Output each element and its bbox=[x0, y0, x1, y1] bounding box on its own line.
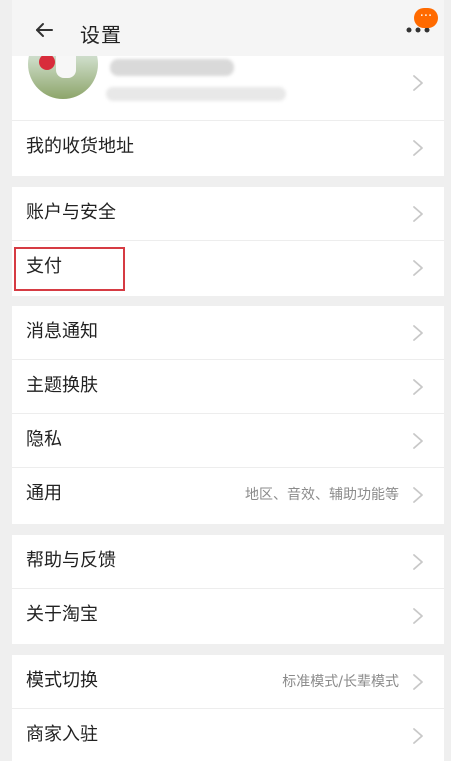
settings-row-about-taobao[interactable]: 关于淘宝 bbox=[12, 589, 444, 643]
settings-detail-general: 地区、音效、辅助功能等 bbox=[245, 487, 399, 503]
chevron-right-icon bbox=[413, 379, 423, 395]
blurred-user-name bbox=[110, 59, 234, 76]
chevron-right-icon bbox=[413, 608, 423, 624]
chevron-right-icon bbox=[413, 260, 423, 276]
settings-row-privacy[interactable]: 隐私 bbox=[12, 414, 444, 468]
chevron-right-icon bbox=[413, 75, 423, 91]
settings-label-privacy: 隐私 bbox=[26, 429, 62, 450]
settings-row-account-security[interactable]: 账户与安全 bbox=[12, 187, 444, 241]
settings-row-notifications[interactable]: 消息通知 bbox=[12, 306, 444, 360]
chevron-right-icon bbox=[413, 433, 423, 449]
help-card: 帮助与反馈 关于淘宝 bbox=[12, 535, 444, 644]
settings-row-merchant-entry[interactable]: 商家入驻 bbox=[12, 709, 444, 761]
settings-label-general: 通用 bbox=[26, 483, 62, 504]
chevron-right-icon bbox=[413, 728, 423, 744]
settings-label-merchant-entry: 商家入驻 bbox=[26, 724, 98, 745]
settings-label-payment: 支付 bbox=[26, 256, 62, 277]
settings-row-general[interactable]: 通用 地区、音效、辅助功能等 bbox=[12, 468, 444, 522]
settings-row-address[interactable]: 我的收货地址 bbox=[12, 120, 444, 174]
arrow-left-icon[interactable] bbox=[32, 18, 56, 42]
mode-card: 模式切换 标准模式/长辈模式 商家入驻 bbox=[12, 655, 444, 761]
settings-label-account-security: 账户与安全 bbox=[26, 202, 116, 223]
preferences-card: 消息通知 主题换肤 隐私 通用 地区、音效、辅助功能等 bbox=[12, 306, 444, 524]
settings-row-mode-switch[interactable]: 模式切换 标准模式/长辈模式 bbox=[12, 655, 444, 709]
page-title: 设置 bbox=[80, 23, 122, 47]
profile-card: 我的收货地址 bbox=[12, 56, 444, 176]
settings-label-help-feedback: 帮助与反馈 bbox=[26, 550, 116, 571]
chevron-right-icon bbox=[413, 140, 423, 156]
avatar bbox=[28, 56, 98, 99]
account-card: 账户与安全 支付 bbox=[12, 187, 444, 296]
settings-screen: 设置 ··· 我的收货地址 账户与安全 支付 消息通知 主题换肤 隐私 通用 地… bbox=[12, 0, 444, 761]
profile-row[interactable] bbox=[12, 56, 444, 119]
settings-label-theme: 主题换肤 bbox=[26, 375, 98, 396]
settings-label-about-taobao: 关于淘宝 bbox=[26, 604, 98, 625]
blurred-user-id bbox=[106, 87, 286, 101]
settings-header: 设置 ··· bbox=[12, 0, 444, 62]
chevron-right-icon bbox=[413, 554, 423, 570]
settings-label-mode-switch: 模式切换 bbox=[26, 670, 98, 691]
settings-detail-mode-switch: 标准模式/长辈模式 bbox=[282, 674, 399, 690]
settings-row-theme[interactable]: 主题换肤 bbox=[12, 360, 444, 414]
chevron-right-icon bbox=[413, 674, 423, 690]
settings-row-payment[interactable]: 支付 bbox=[12, 241, 444, 295]
settings-label-notifications: 消息通知 bbox=[26, 321, 98, 342]
settings-label-address: 我的收货地址 bbox=[26, 136, 134, 157]
chevron-right-icon bbox=[413, 487, 423, 503]
settings-row-help-feedback[interactable]: 帮助与反馈 bbox=[12, 535, 444, 589]
notification-badge[interactable]: ··· bbox=[414, 8, 438, 28]
chevron-right-icon bbox=[413, 325, 423, 341]
chevron-right-icon bbox=[413, 206, 423, 222]
